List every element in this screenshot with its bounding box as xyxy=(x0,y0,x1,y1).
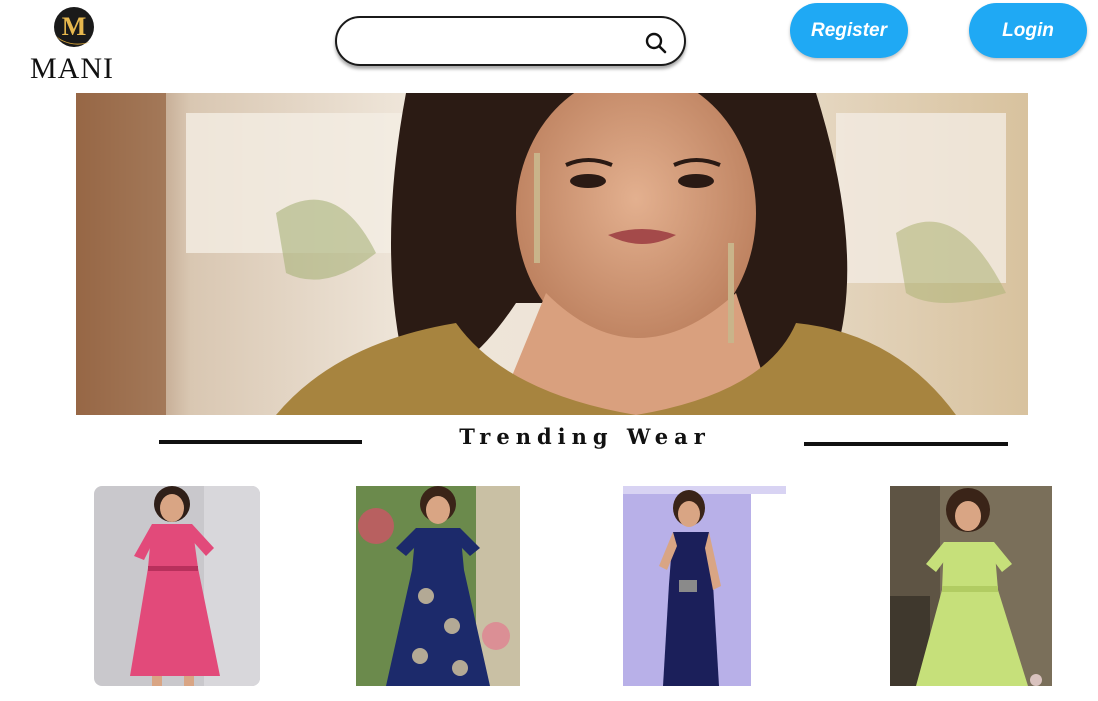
logo-text: MANI xyxy=(30,52,114,85)
product-card-3[interactable] xyxy=(623,486,786,686)
brand-logo[interactable]: M MANI xyxy=(28,4,124,84)
logo-mark-letter: M xyxy=(62,12,87,41)
logo-mark-icon: M xyxy=(52,7,94,47)
search-icon[interactable] xyxy=(644,31,668,55)
product-card-2[interactable] xyxy=(356,486,520,686)
hero-image xyxy=(76,93,1028,415)
search-bar[interactable] xyxy=(335,16,686,66)
product-image xyxy=(94,486,260,686)
heading-divider-left xyxy=(159,440,362,444)
search-input[interactable] xyxy=(355,26,639,58)
product-image xyxy=(890,486,1052,686)
login-button[interactable]: Login xyxy=(969,3,1087,58)
product-image xyxy=(623,486,786,686)
section-title: Trending Wear xyxy=(459,424,711,449)
heading-divider-right xyxy=(804,442,1008,446)
hero-banner xyxy=(76,93,1028,415)
product-image xyxy=(356,486,520,686)
product-card-4[interactable] xyxy=(890,486,1052,686)
product-card-1[interactable] xyxy=(94,486,260,686)
register-button[interactable]: Register xyxy=(790,3,908,58)
